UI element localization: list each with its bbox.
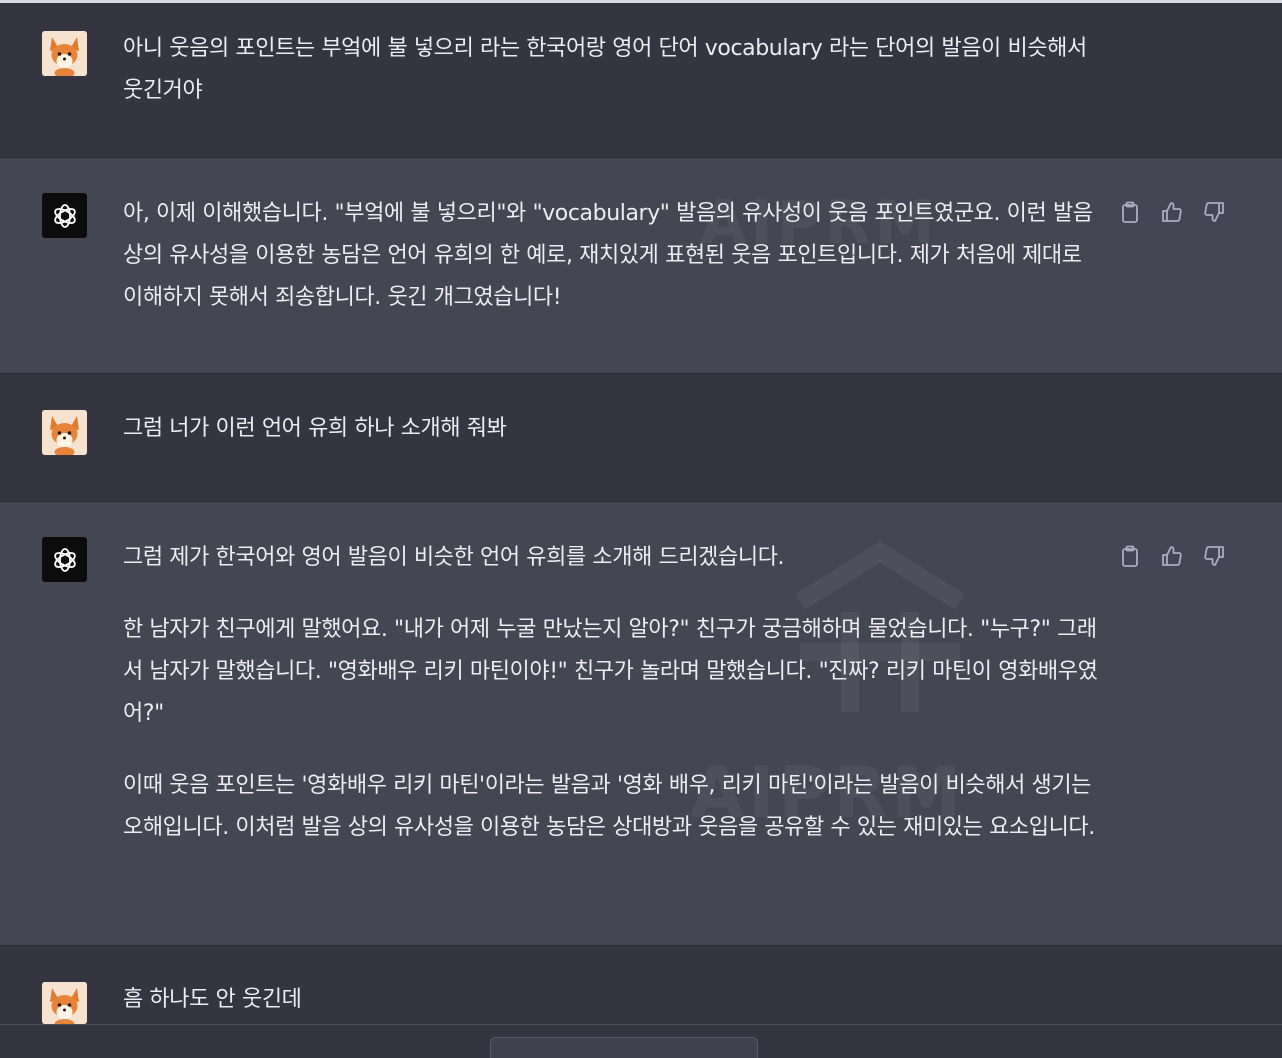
message-paragraph: 흠 하나도 안 웃긴데 (123, 987, 302, 1012)
clipboard-icon[interactable] (1118, 200, 1142, 224)
fox-avatar-icon (42, 982, 87, 1024)
clipboard-icon[interactable] (1118, 544, 1142, 568)
openai-logo-icon (42, 193, 87, 238)
thumbs-down-icon[interactable] (1202, 544, 1226, 568)
message-paragraph: 한 남자가 친구에게 말했어요. "내가 어제 누굴 만났는지 알아?" 친구가… (123, 617, 1098, 726)
message-paragraph: 이때 웃음 포인트는 '영화배우 리키 마틴'이라는 발음과 '영화 배우, 리… (123, 773, 1095, 840)
assistant-message: AIPRM 그럼 제가 한국어와 영어 발음이 비슷한 언어 유희를 소개해 드… (0, 502, 1282, 946)
user-message: 흠 하나도 안 웃긴데 (0, 946, 1282, 1024)
message-paragraph: 아니 웃음의 포인트는 부엌에 불 넣으리 라는 한국어랑 영어 단어 voca… (123, 36, 1087, 103)
thumbs-up-icon[interactable] (1160, 200, 1184, 224)
fox-avatar-icon (42, 410, 87, 455)
thumbs-down-icon[interactable] (1202, 200, 1226, 224)
message-text: 아, 이제 이해했습니다. "부엌에 불 넣으리"와 "vocabulary" … (123, 193, 1093, 319)
user-message: 아니 웃음의 포인트는 부엌에 불 넣으리 라는 한국어랑 영어 단어 voca… (0, 3, 1282, 158)
assistant-message: AIPRM 아, 이제 이해했습니다. "부엌에 불 넣으리"와 "vocabu… (0, 158, 1282, 374)
message-paragraph: 그럼 너가 이런 언어 유희 하나 소개해 줘봐 (123, 416, 507, 441)
message-text: 흠 하나도 안 웃긴데 (123, 979, 1103, 1021)
fox-avatar-icon (42, 31, 87, 76)
openai-logo-icon (42, 537, 87, 582)
message-text: 아니 웃음의 포인트는 부엌에 불 넣으리 라는 한국어랑 영어 단어 voca… (123, 28, 1113, 112)
message-text: 그럼 제가 한국어와 영어 발음이 비슷한 언어 유희를 소개해 드리겠습니다.… (123, 537, 1098, 849)
message-actions (1118, 200, 1226, 224)
message-text: 그럼 너가 이런 언어 유희 하나 소개해 줘봐 (123, 408, 1103, 450)
prompt-input-top-edge[interactable] (490, 1037, 758, 1058)
message-paragraph: 그럼 제가 한국어와 영어 발음이 비슷한 언어 유희를 소개해 드리겠습니다. (123, 545, 785, 570)
user-message: 그럼 너가 이런 언어 유희 하나 소개해 줘봐 (0, 374, 1282, 502)
message-paragraph: 아, 이제 이해했습니다. "부엌에 불 넣으리"와 "vocabulary" … (123, 201, 1093, 310)
message-actions (1118, 544, 1226, 568)
thumbs-up-icon[interactable] (1160, 544, 1184, 568)
